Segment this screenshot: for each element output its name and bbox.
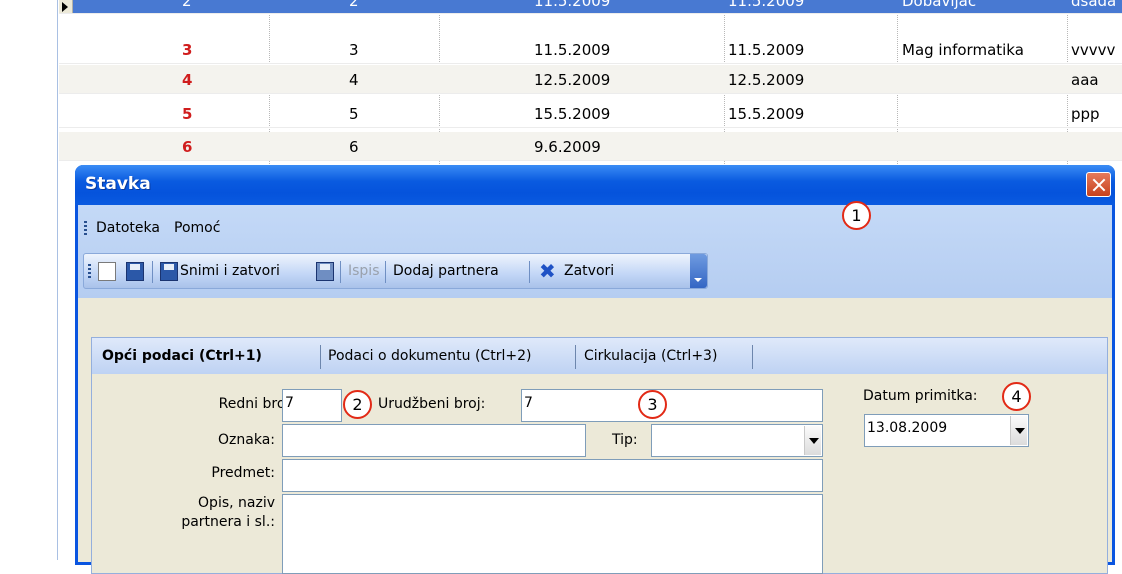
cell-opis: aaa [1071,71,1099,89]
tab-cirkulacija[interactable]: Cirkulacija (Ctrl+3) [584,348,717,364]
cell-datum: 9.6.2009 [534,138,601,156]
menu-datoteka[interactable]: Datoteka [96,220,160,236]
save-as-icon[interactable] [316,262,334,281]
cell-redni: 2 [349,0,359,10]
datum-primitka-label: Datum primitka: [863,388,978,404]
table-row-selected[interactable]: 2 2 11.5.2009 11.5.2009 Dobavljač dsada [59,0,1122,14]
ispis-button[interactable]: Ispis [348,263,380,279]
cell-number: 6 [182,138,193,156]
tab-separator [575,345,576,369]
cell-opis: ppp [1071,105,1100,123]
cell-partner: Dobavljač [902,0,977,10]
close-icon[interactable] [1086,172,1111,197]
records-grid: 2 2 11.5.2009 11.5.2009 Dobavljač dsada … [59,0,1122,170]
tab-opci-podaci[interactable]: Opći podaci (Ctrl+1) [102,348,262,364]
tip-select[interactable] [651,424,823,457]
predmet-label: Predmet: [211,465,275,481]
toolbar-overflow-chevron-icon[interactable] [690,254,707,288]
callout-badge-3: 3 [638,390,667,419]
new-document-icon[interactable] [98,262,116,281]
current-row-arrow-icon [62,2,68,12]
table-row[interactable]: 3 3 11.5.2009 11.5.2009 Mag informatika … [59,35,1122,64]
cell-redni: 6 [349,138,359,156]
opis-label-line1: Opis, naziv [198,495,275,511]
tip-label: Tip: [612,432,638,448]
table-row[interactable]: 4 4 12.5.2009 12.5.2009 aaa [59,65,1122,94]
cell-datum: 11.5.2009 [534,41,611,59]
cell-datum: 12.5.2009 [534,71,611,89]
cell-redni: 5 [349,105,359,123]
cell-number: 2 [182,0,192,10]
opis-label-line2: partnera i sl.: [181,514,275,530]
tab-strip: Opći podaci (Ctrl+1) Podaci o dokumentu … [91,337,1108,375]
cell-opis: vvvvv [1071,41,1116,59]
table-row[interactable]: 5 5 15.5.2009 15.5.2009 ppp [59,99,1122,128]
left-navigation-inner [8,0,54,560]
urudzbeni-broj-input[interactable]: 7 [521,389,823,422]
date-dropdown-chevron-icon[interactable] [1010,416,1027,445]
toolbar-separator [385,261,386,283]
cell-datum2: 11.5.2009 [728,41,805,59]
cell-datum: 11.5.2009 [534,0,611,10]
save-close-icon [160,262,178,281]
dialog-titlebar[interactable]: Stavka [75,165,1115,205]
opis-textarea[interactable] [282,494,823,574]
stavka-dialog: Stavka Datoteka Pomoć Snimi i zatvori Is… [75,165,1115,574]
cell-number: 4 [182,71,193,89]
cell-opis: dsada [1071,0,1117,10]
left-navigation-panel [0,0,58,560]
zatvori-button[interactable]: Zatvori [564,263,614,279]
toolbar: Snimi i zatvori Ispis Dodaj partnera ✖ Z… [83,253,708,289]
table-row[interactable]: 6 6 9.6.2009 [59,132,1122,161]
save-icon[interactable] [126,262,144,281]
dodaj-partnera-button[interactable]: Dodaj partnera [393,263,499,279]
toolbar-separator [340,261,341,283]
predmet-input[interactable] [282,459,823,492]
close-x-icon: ✖ [539,259,556,283]
cell-redni: 3 [349,41,359,59]
redni-broj-input[interactable]: 7 [282,389,342,422]
datum-primitka-value: 13.08.2009 [867,420,948,436]
toolbar-grip-handle[interactable] [88,264,91,278]
toolbar-separator [152,261,153,283]
tip-dropdown-chevron-icon[interactable] [804,426,821,455]
callout-badge-1: 1 [842,201,871,230]
form-panel: Redni broj: 7 2 Urudžbeni broj: 7 3 Datu… [91,374,1108,574]
cell-datum2: 15.5.2009 [728,105,805,123]
cell-datum2: 12.5.2009 [728,71,805,89]
cell-datum: 15.5.2009 [534,105,611,123]
row-header[interactable] [59,0,73,13]
command-area: Datoteka Pomoć Snimi i zatvori Ispis Dod… [78,205,1112,298]
dialog-title: Stavka [85,174,151,194]
datum-primitka-date-picker[interactable]: 13.08.2009 [864,414,1029,447]
cell-number: 3 [182,41,193,59]
toolbar-separator [529,261,530,283]
oznaka-label: Oznaka: [218,432,275,448]
snimi-i-zatvori-button[interactable]: Snimi i zatvori [180,263,280,279]
callout-badge-4: 4 [1002,382,1031,411]
menu-pomoc[interactable]: Pomoć [174,220,220,236]
cell-partner: Mag informatika [902,41,1024,59]
tab-podaci-o-dokumentu[interactable]: Podaci o dokumentu (Ctrl+2) [328,348,531,364]
cell-datum2: 11.5.2009 [728,0,805,10]
callout-badge-2: 2 [343,390,372,419]
oznaka-input[interactable] [282,424,586,457]
menu-grip-handle[interactable] [84,221,87,235]
cell-number: 5 [182,105,193,123]
tab-separator [752,345,753,369]
tab-separator [320,345,321,369]
urudzbeni-broj-label: Urudžbeni broj: [378,396,486,412]
cell-redni: 4 [349,71,359,89]
